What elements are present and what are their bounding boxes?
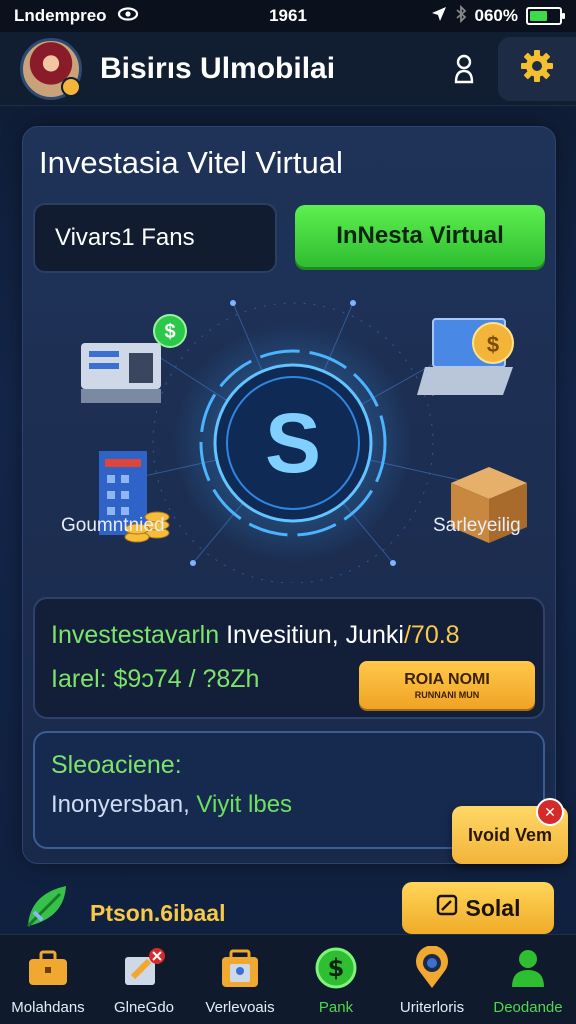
info-button-label: ROIA NOMI (404, 670, 490, 688)
dollar-icon: $ (311, 945, 361, 991)
nav-item-verlevoais[interactable]: Verlevoais (192, 935, 288, 1024)
nav-label: Molahdans (11, 999, 85, 1016)
eye-icon (117, 6, 139, 27)
investment-info-box: Investestavarln Invesitiun, Junki/70.8 I… (33, 597, 545, 719)
scenario-text: Inonyersban, Viyit lbes (51, 791, 293, 818)
briefcase-icon (23, 945, 73, 991)
nav-label: Uriterloris (399, 999, 465, 1016)
info-action-button[interactable]: ROIA NOMI RUNNANI MUN (359, 661, 535, 709)
dollar-coin-icon: $ (486, 332, 500, 357)
central-s-symbol: S (264, 396, 322, 490)
edit-badge-icon (119, 945, 169, 991)
leaf-icon (20, 880, 76, 932)
nav-item-glnegdo[interactable]: GlneGdo (96, 935, 192, 1024)
virtual-funds-field[interactable]: Vivars1 Fans (33, 203, 277, 273)
svg-text:$: $ (328, 954, 345, 982)
label-right: Sarleyeilig (433, 515, 521, 536)
carrier-label: Lndempreo (14, 6, 107, 25)
dollar-coin-icon: $ (164, 321, 176, 343)
gear-icon (519, 48, 555, 89)
nav-item-molahdans[interactable]: Molahdans (0, 935, 96, 1024)
avatar-badge (61, 76, 81, 97)
investment-info-line: Investestavarln Invesitiun, Junki/70.8 (51, 621, 460, 649)
investment-illustration: Goumntnied Sarleyeilig $ $ S (33, 283, 547, 584)
label-left: Goumntnied (61, 515, 165, 536)
nav-item-pank[interactable]: $ Pank (288, 935, 384, 1024)
tooltip-label: Ivoid Vem (467, 824, 553, 845)
bottom-nav: Molahdans GlneGdo Verlevoais $ Pank Urit… (0, 934, 576, 1024)
info-button-sublabel: RUNNANI MUN (414, 689, 480, 700)
social-button[interactable]: Solal (402, 882, 554, 934)
scenario-title: Sleoaciene: (51, 751, 182, 779)
promo-label: Ptson.6ibaal (90, 900, 226, 926)
nav-label: Verlevoais (205, 999, 275, 1016)
settings-button[interactable] (498, 36, 576, 101)
bag-icon (215, 945, 265, 991)
location-icon (407, 945, 457, 991)
clock: 1961 (269, 6, 307, 25)
nav-item-uriterloris[interactable]: Uriterloris (384, 935, 480, 1024)
edit-icon (436, 894, 458, 922)
location-arrow-icon (431, 6, 447, 27)
bluetooth-icon (455, 4, 467, 28)
funds-label: Vivars1 Fans (55, 224, 195, 251)
app-header: Bisirıs Ulmobilai (0, 32, 576, 106)
page-title: Bisirıs Ulmobilai (100, 51, 336, 85)
nav-item-deodande[interactable]: Deodande (480, 935, 576, 1024)
close-icon[interactable]: ✕ (536, 798, 564, 826)
card-title: Investasia Vitel Virtual (39, 145, 343, 180)
user-icon[interactable] (448, 51, 480, 87)
invest-virtual-button[interactable]: InNesta Virtual (295, 205, 545, 267)
battery-icon (526, 7, 565, 25)
nav-label: GlneGdo (113, 999, 175, 1016)
battery-percent: 060% (474, 6, 518, 25)
investment-total: Iarel: $9ↄ74 / ?8Zh (51, 665, 260, 693)
nav-label: Pank (318, 999, 354, 1016)
nav-label: Deodande (493, 999, 563, 1016)
profile-icon (503, 945, 553, 991)
investment-card: Investasia Vitel Virtual Vivars1 Fans In… (22, 126, 556, 864)
social-button-label: Solal (465, 894, 521, 921)
status-bar: Lndempreo 1961 060% (0, 0, 576, 32)
avatar[interactable] (20, 37, 82, 100)
invest-button-label: InNesta Virtual (336, 222, 504, 249)
